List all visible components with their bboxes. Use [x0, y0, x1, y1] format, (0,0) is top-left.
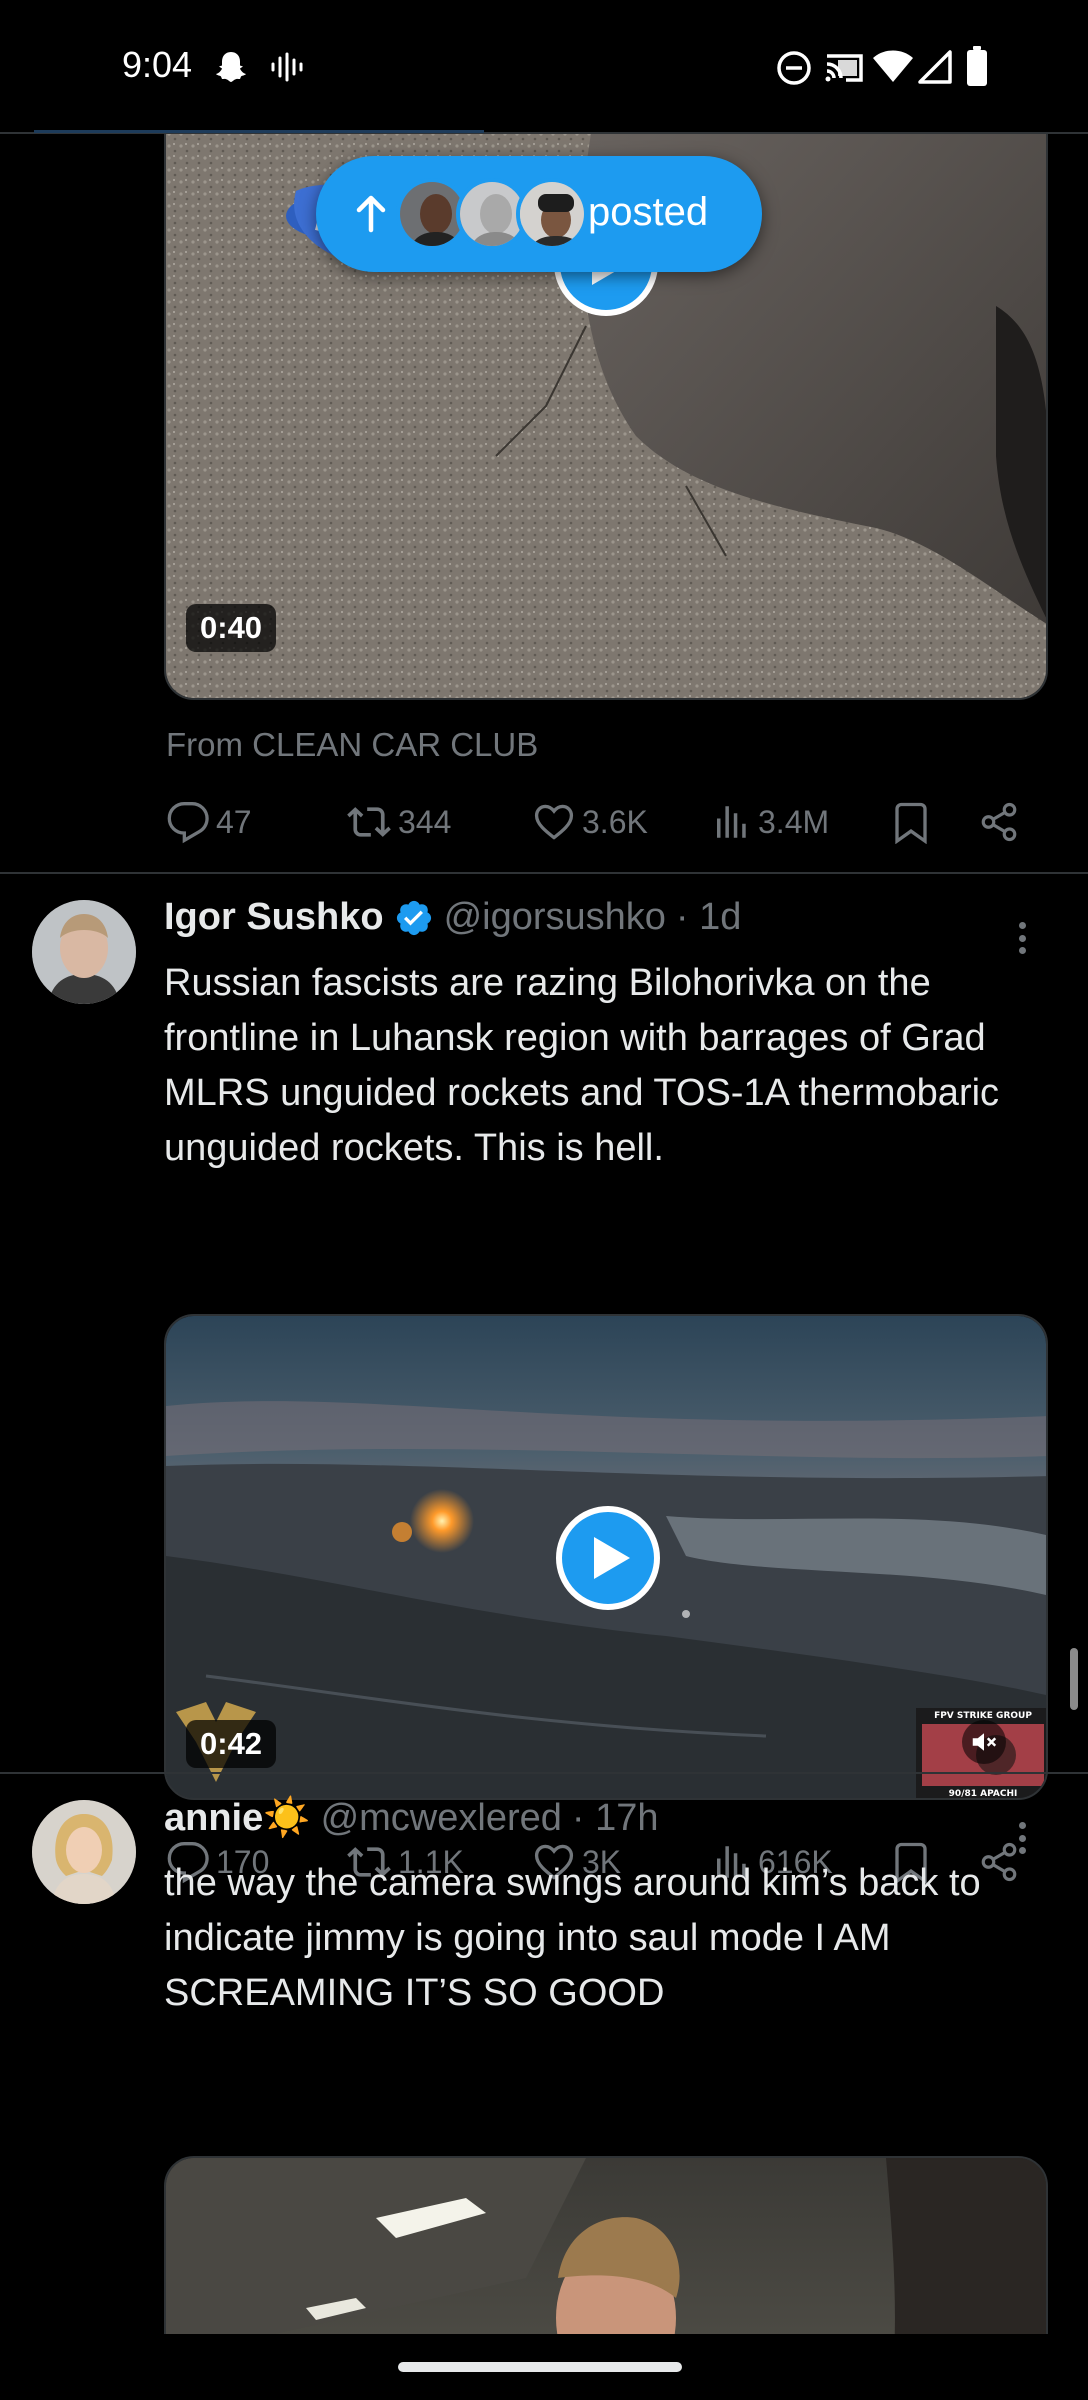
battery-icon	[966, 46, 988, 91]
voice-waveform-icon	[270, 52, 304, 87]
reply-icon	[167, 802, 209, 844]
bookmark-icon	[895, 802, 927, 844]
tweet-divider	[0, 1772, 1088, 1774]
pill-avatar	[516, 178, 588, 250]
timeline-feed[interactable]: 0:40 From CLEAN CAR CLUB 47 344 3.6K 3.4…	[0, 134, 1088, 2334]
from-prefix: From	[166, 726, 243, 763]
tweet-actions: 47 344 3.6K 3.4M	[166, 792, 1046, 852]
avatar[interactable]	[32, 1800, 136, 1904]
share-icon	[981, 802, 1017, 842]
status-time: 9:04	[122, 44, 193, 85]
video-player[interactable]: FPV STRIKE GROUP 90/81 APACHI 0:42	[164, 1314, 1048, 1800]
view-count: 3.4M	[758, 803, 830, 840]
tab-indicator	[34, 130, 484, 133]
author-handle[interactable]: @igorsushko	[444, 896, 666, 939]
like-count: 3.6K	[582, 803, 648, 840]
tweet-header: annie☀️ @mcwexlered · 17h	[164, 1796, 659, 1840]
play-button[interactable]	[556, 1506, 660, 1610]
mute-button[interactable]	[962, 1720, 1006, 1764]
arrow-up-icon	[356, 195, 386, 233]
gesture-navigation-bar[interactable]	[398, 2362, 682, 2372]
more-options-icon[interactable]	[1002, 918, 1042, 958]
video-duration: 0:40	[186, 604, 277, 652]
repost-button[interactable]: 344	[346, 792, 451, 852]
status-bar: 9:04	[0, 0, 1088, 132]
more-options-icon[interactable]	[1002, 1818, 1042, 1858]
views-button[interactable]: 3.4M	[710, 792, 829, 852]
repost-count: 344	[398, 803, 452, 840]
tweet-text: the way the camera swings around kim’s b…	[164, 1862, 981, 2014]
repost-icon	[347, 807, 391, 837]
tweet-text: Russian fascists are razing Bilohorivka …	[164, 962, 1000, 1169]
tweet[interactable]: annie☀️ @mcwexlered · 17h the way the ca…	[0, 1776, 1088, 2334]
verified-badge-icon	[396, 900, 431, 935]
tweet-header: Igor Sushko @igorsushko · 1d	[164, 896, 741, 939]
analytics-icon	[717, 806, 746, 838]
tweet-time: · 1d	[675, 896, 742, 938]
wifi-icon	[872, 50, 914, 89]
snapchat-icon	[212, 48, 250, 91]
do-not-disturb-icon	[776, 50, 812, 91]
tweet-time: · 17h	[571, 1796, 659, 1839]
play-icon	[594, 1537, 630, 1579]
video-thumbnail	[166, 2158, 1046, 2334]
reply-count: 47	[216, 803, 252, 840]
video-source[interactable]: From CLEAN CAR CLUB	[166, 726, 538, 764]
signal-icon	[918, 50, 952, 89]
author-name[interactable]: annie☀️	[164, 1796, 311, 1840]
author-handle[interactable]: @mcwexlered	[321, 1797, 562, 1840]
like-button[interactable]: 3.6K	[532, 792, 648, 852]
reply-button[interactable]: 47	[166, 792, 252, 852]
video-player[interactable]	[164, 2156, 1048, 2334]
posted-label: posted	[588, 190, 709, 234]
scrollbar-thumb[interactable]	[1070, 1648, 1078, 1710]
cast-icon	[824, 50, 864, 91]
new-posts-pill[interactable]: posted	[316, 156, 762, 272]
heart-icon	[534, 804, 574, 840]
share-button[interactable]	[978, 792, 1020, 852]
bookmark-button[interactable]	[890, 792, 932, 852]
author-name[interactable]: Igor Sushko	[164, 896, 384, 939]
video-duration: 0:42	[186, 1720, 277, 1768]
speaker-muted-icon	[972, 1733, 997, 1751]
tweet[interactable]: Igor Sushko @igorsushko · 1d Russian fas…	[0, 876, 1088, 1884]
tweet-divider	[0, 872, 1088, 874]
from-source-link[interactable]: CLEAN CAR CLUB	[252, 726, 538, 763]
avatar[interactable]	[32, 900, 136, 1004]
